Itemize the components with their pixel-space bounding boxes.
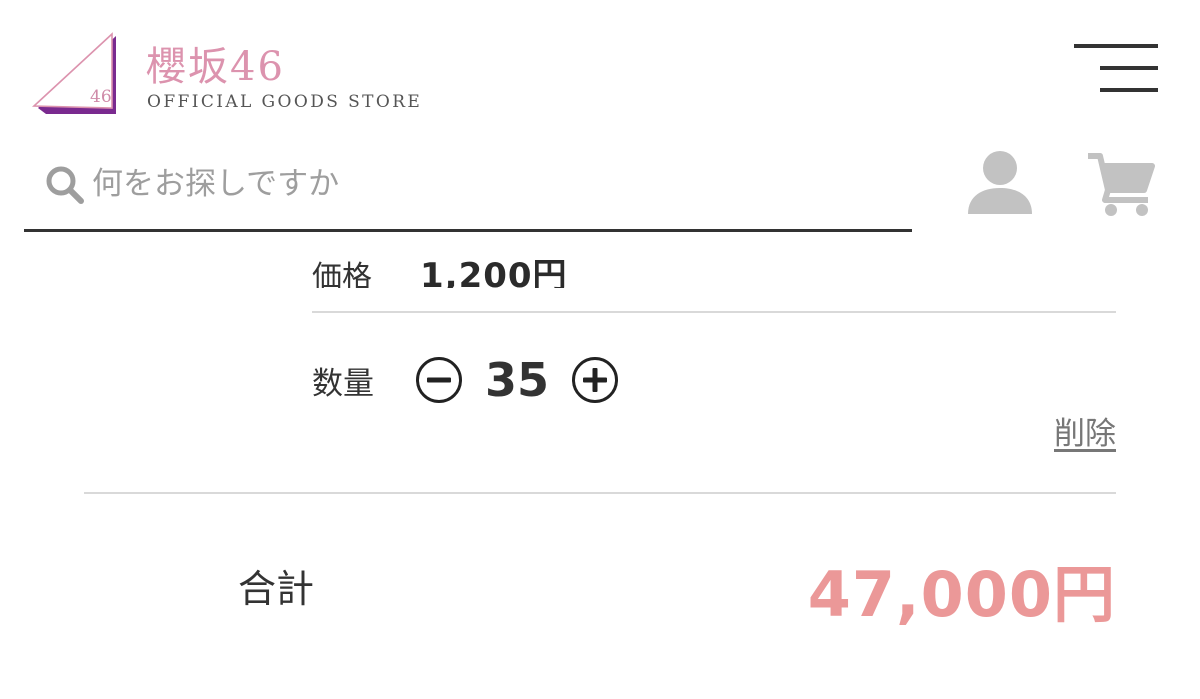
search-icon xyxy=(46,166,84,204)
minus-icon xyxy=(416,357,462,403)
account-button[interactable] xyxy=(964,148,1036,218)
cart-icon xyxy=(1088,153,1155,216)
quantity-label: 数量 xyxy=(312,365,374,402)
total-divider xyxy=(84,492,1116,494)
cart-page: 価格 1,200円 数量 35 削除 合計 47,000円 46 櫻坂46 OF… xyxy=(0,0,1200,699)
logo-number: 46 xyxy=(90,87,112,107)
search-input[interactable] xyxy=(92,158,892,210)
brand-name[interactable]: 櫻坂46 xyxy=(146,34,285,92)
logo-icon[interactable]: 46 xyxy=(32,30,124,118)
brand-subtitle: OFFICIAL GOODS STORE xyxy=(147,92,423,112)
total-label: 合計 xyxy=(238,567,315,611)
search-bar xyxy=(24,140,912,232)
total-value: 47,000円 xyxy=(807,558,1116,631)
price-value: 1,200円 xyxy=(420,256,568,288)
menu-button[interactable] xyxy=(1074,40,1160,98)
item-divider xyxy=(312,311,1116,313)
account-icon xyxy=(968,151,1032,214)
quantity-row: 数量 35 xyxy=(312,350,619,410)
cart-button[interactable] xyxy=(1086,150,1156,218)
plus-icon xyxy=(572,357,618,403)
quantity-increase-button[interactable] xyxy=(571,356,619,404)
delete-link[interactable]: 削除 xyxy=(1054,408,1116,453)
site-header: 46 櫻坂46 OFFICIAL GOODS STORE xyxy=(0,0,1200,245)
quantity-decrease-button[interactable] xyxy=(415,356,463,404)
menu-icon xyxy=(1074,44,1158,48)
price-label: 価格 xyxy=(312,260,372,288)
quantity-value: 35 xyxy=(484,353,549,407)
